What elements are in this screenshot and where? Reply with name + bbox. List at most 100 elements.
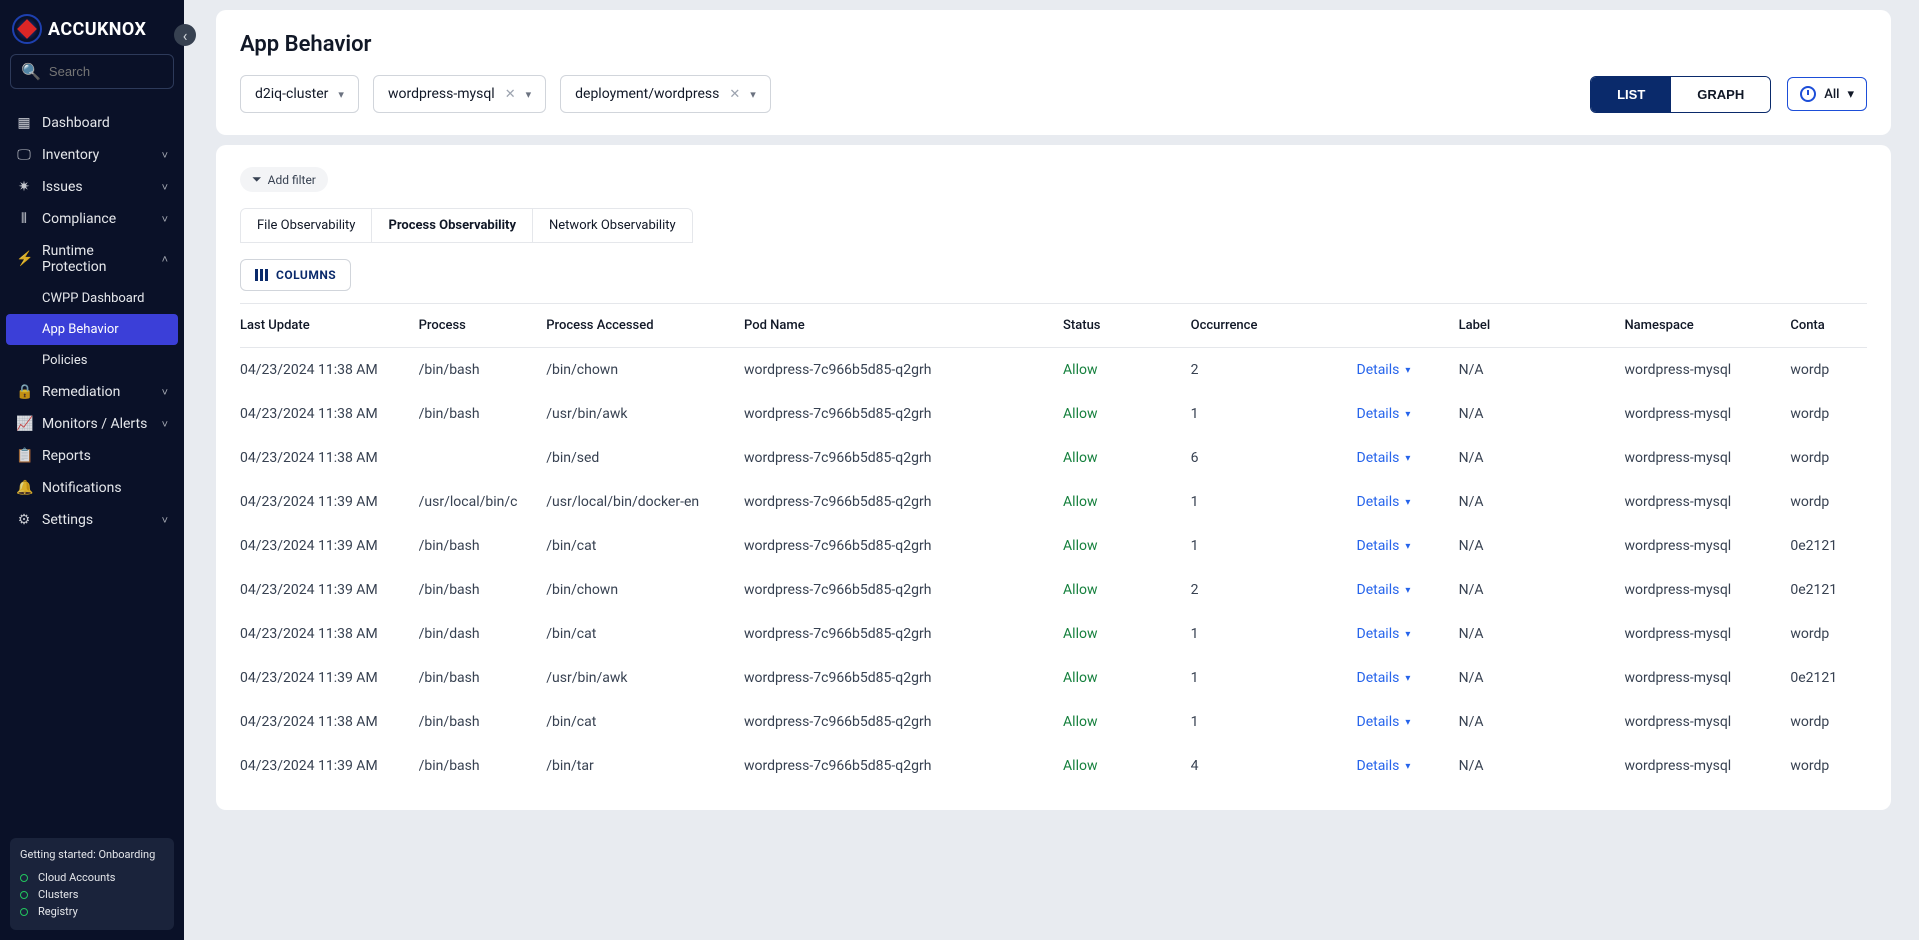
logo: ACCUKNOX [0, 0, 184, 54]
cell-update: 04/23/2024 11:39 AM [240, 656, 419, 700]
clear-icon[interactable]: ✕ [729, 87, 740, 102]
cell-update: 04/23/2024 11:39 AM [240, 480, 419, 524]
cell-process: /bin/bash [419, 348, 547, 393]
details-link[interactable]: Details▾ [1357, 758, 1411, 774]
tab-network-observability[interactable]: Network Observability [533, 209, 692, 242]
details-link[interactable]: Details▾ [1357, 450, 1411, 466]
cell-namespace: wordpress-mysql [1624, 700, 1790, 744]
chevron-down-icon: ▾ [1847, 87, 1854, 102]
header-card: App Behavior d2iq-cluster ▾ wordpress-my… [216, 10, 1891, 135]
sidebar-item-compliance[interactable]: ⫴Compliance˅ [0, 203, 184, 235]
sidebar-subitem-policies[interactable]: Policies [0, 345, 184, 376]
cell-container: 0e2121 [1790, 568, 1867, 612]
search-icon: 🔍 [21, 62, 41, 81]
tab-file-observability[interactable]: File Observability [241, 209, 372, 242]
chevron-down-icon: ˅ [162, 149, 168, 162]
cell-namespace: wordpress-mysql [1624, 348, 1790, 393]
nav-label: Notifications [42, 480, 122, 496]
cell-occurrence: 2 [1191, 348, 1357, 393]
details-link[interactable]: Details▾ [1357, 406, 1411, 422]
sidebar-item-reports[interactable]: 📋Reports [0, 440, 184, 472]
onboarding-step[interactable]: Clusters [20, 886, 164, 903]
sidebar-item-notifications[interactable]: 🔔Notifications [0, 472, 184, 504]
sidebar-subitem-cwpp-dashboard[interactable]: CWPP Dashboard [0, 283, 184, 314]
column-header[interactable]: Process [419, 304, 547, 348]
cell-label: N/A [1459, 744, 1625, 788]
column-header[interactable]: Last Update [240, 304, 419, 348]
nav-icon: ⫴ [16, 211, 32, 227]
column-header[interactable]: Label [1459, 304, 1625, 348]
sidebar-subitem-app-behavior[interactable]: App Behavior [6, 314, 178, 345]
column-header[interactable]: Occurrence [1191, 304, 1357, 348]
chevron-left-icon: ‹ [183, 26, 188, 45]
cell-namespace: wordpress-mysql [1624, 656, 1790, 700]
namespace-value: wordpress-mysql [388, 86, 495, 102]
cell-status: Allow [1063, 392, 1191, 436]
column-header[interactable]: Conta [1790, 304, 1867, 348]
table-row: 04/23/2024 11:38 AM /bin/dash /bin/cat w… [240, 612, 1867, 656]
onboarding-step-label: Registry [38, 905, 78, 918]
column-header[interactable]: Namespace [1624, 304, 1790, 348]
cell-namespace: wordpress-mysql [1624, 392, 1790, 436]
cell-status: Allow [1063, 744, 1191, 788]
graph-view-button[interactable]: GRAPH [1671, 77, 1770, 112]
chevron-down-icon: ▾ [338, 88, 344, 101]
chevron-down-icon: ▾ [1405, 717, 1410, 728]
details-link[interactable]: Details▾ [1357, 362, 1411, 378]
cell-update: 04/23/2024 11:39 AM [240, 524, 419, 568]
workload-value: deployment/wordpress [575, 86, 719, 102]
sidebar-item-inventory[interactable]: 🖵Inventory˅ [0, 139, 184, 171]
cell-label: N/A [1459, 700, 1625, 744]
cell-pod: wordpress-7c966b5d85-q2grh [744, 568, 1063, 612]
chevron-down-icon: ▾ [1405, 629, 1410, 640]
details-link[interactable]: Details▾ [1357, 670, 1411, 686]
search-box[interactable]: 🔍 [10, 54, 174, 89]
details-link[interactable]: Details▾ [1357, 714, 1411, 730]
check-icon [20, 874, 28, 882]
cell-accessed: /usr/local/bin/docker-en [546, 480, 744, 524]
cell-occurrence: 6 [1191, 436, 1357, 480]
sidebar-item-remediation[interactable]: 🔒Remediation˅ [0, 376, 184, 408]
details-link[interactable]: Details▾ [1357, 494, 1411, 510]
details-link[interactable]: Details▾ [1357, 538, 1411, 554]
cell-accessed: /bin/chown [546, 568, 744, 612]
table-row: 04/23/2024 11:38 AM /bin/bash /bin/chown… [240, 348, 1867, 393]
cell-namespace: wordpress-mysql [1624, 568, 1790, 612]
clear-icon[interactable]: ✕ [505, 87, 516, 102]
nav-icon: ⚙ [16, 512, 32, 528]
cell-update: 04/23/2024 11:39 AM [240, 568, 419, 612]
chevron-down-icon: ˅ [162, 181, 168, 194]
search-input[interactable] [49, 64, 225, 79]
column-header[interactable]: Pod Name [744, 304, 1063, 348]
onboarding-title: Getting started: Onboarding [20, 848, 164, 861]
workload-dropdown[interactable]: deployment/wordpress ✕ ▾ [560, 75, 771, 113]
onboarding-step-label: Clusters [38, 888, 78, 901]
sidebar-collapse-button[interactable]: ‹ [174, 24, 196, 46]
sidebar-item-runtime-protection[interactable]: ⚡Runtime Protection˄ [0, 235, 184, 283]
sidebar-item-settings[interactable]: ⚙Settings˅ [0, 504, 184, 536]
column-header[interactable]: Process Accessed [546, 304, 744, 348]
cell-label: N/A [1459, 392, 1625, 436]
chevron-down-icon: ▾ [1405, 497, 1410, 508]
sidebar-item-monitors-alerts[interactable]: 📈Monitors / Alerts˅ [0, 408, 184, 440]
sidebar-item-issues[interactable]: ✷Issues˅ [0, 171, 184, 203]
cell-container: wordp [1790, 392, 1867, 436]
add-filter-button[interactable]: ⏷ Add filter [240, 167, 328, 192]
tab-process-observability[interactable]: Process Observability [372, 209, 533, 242]
column-header[interactable]: Status [1063, 304, 1191, 348]
column-header[interactable] [1357, 304, 1459, 348]
time-range-dropdown[interactable]: All ▾ [1787, 77, 1867, 111]
onboarding-step[interactable]: Registry [20, 903, 164, 920]
cluster-dropdown[interactable]: d2iq-cluster ▾ [240, 75, 359, 113]
nav-label: Runtime Protection [42, 243, 152, 275]
columns-button[interactable]: COLUMNS [240, 259, 351, 291]
observability-tabs: File ObservabilityProcess ObservabilityN… [240, 208, 693, 243]
list-view-button[interactable]: LIST [1591, 77, 1671, 112]
details-link[interactable]: Details▾ [1357, 582, 1411, 598]
namespace-dropdown[interactable]: wordpress-mysql ✕ ▾ [373, 75, 546, 113]
cell-process: /bin/bash [419, 524, 547, 568]
details-link[interactable]: Details▾ [1357, 626, 1411, 642]
cell-pod: wordpress-7c966b5d85-q2grh [744, 348, 1063, 393]
onboarding-step[interactable]: Cloud Accounts [20, 869, 164, 886]
sidebar-item-dashboard[interactable]: ▦Dashboard [0, 107, 184, 139]
